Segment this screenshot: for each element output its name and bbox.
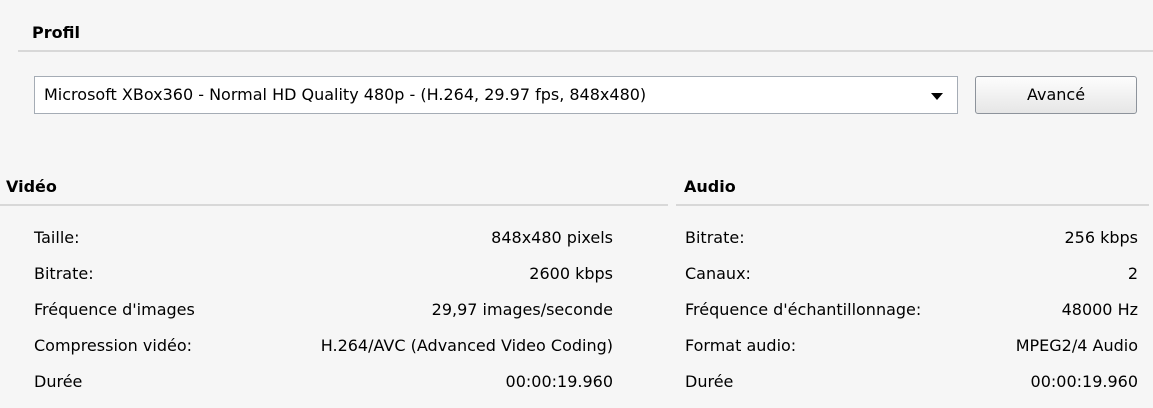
property-value: 00:00:19.960 <box>505 372 613 391</box>
profile-section-title: Profil <box>18 18 1153 52</box>
property-label: Taille: <box>34 228 80 247</box>
property-value: 29,97 images/seconde <box>431 300 613 319</box>
video-property-row: Bitrate: 2600 kbps <box>34 259 613 295</box>
audio-property-row: Canaux: 2 <box>685 259 1138 295</box>
video-section-title: Vidéo <box>0 172 668 206</box>
property-label: Durée <box>34 372 83 391</box>
audio-property-row: Durée 00:00:19.960 <box>685 367 1138 403</box>
property-label: Compression vidéo: <box>34 336 192 355</box>
property-value: 00:00:19.960 <box>1030 372 1138 391</box>
property-value: 48000 Hz <box>1061 300 1138 319</box>
audio-property-row: Fréquence d'échantillonnage: 48000 Hz <box>685 295 1138 331</box>
export-settings-panel: Profil Microsoft XBox360 - Normal HD Qua… <box>0 0 1153 408</box>
audio-property-row: Bitrate: 256 kbps <box>685 223 1138 259</box>
property-label: Fréquence d'images <box>34 300 195 319</box>
audio-properties: Bitrate: 256 kbps Canaux: 2 Fréquence d'… <box>685 223 1138 403</box>
chevron-down-icon[interactable] <box>931 93 943 100</box>
video-properties: Taille: 848x480 pixels Bitrate: 2600 kbp… <box>34 223 613 403</box>
video-property-row: Fréquence d'images 29,97 images/seconde <box>34 295 613 331</box>
property-value: 848x480 pixels <box>491 228 613 247</box>
property-value: MPEG2/4 Audio <box>1015 336 1138 355</box>
property-label: Bitrate: <box>34 264 94 283</box>
property-label: Bitrate: <box>685 228 745 247</box>
property-label: Durée <box>685 372 734 391</box>
video-property-row: Taille: 848x480 pixels <box>34 223 613 259</box>
video-property-row: Durée 00:00:19.960 <box>34 367 613 403</box>
property-value: 2 <box>1127 264 1138 283</box>
property-label: Canaux: <box>685 264 751 283</box>
property-value: 256 kbps <box>1064 228 1138 247</box>
profile-dropdown[interactable]: Microsoft XBox360 - Normal HD Quality 48… <box>34 76 958 114</box>
property-label: Fréquence d'échantillonnage: <box>685 300 922 319</box>
profile-dropdown-value: Microsoft XBox360 - Normal HD Quality 48… <box>44 85 647 104</box>
audio-property-row: Format audio: MPEG2/4 Audio <box>685 331 1138 367</box>
property-value: H.264/AVC (Advanced Video Coding) <box>320 336 613 355</box>
property-value: 2600 kbps <box>529 264 613 283</box>
video-property-row: Compression vidéo: H.264/AVC (Advanced V… <box>34 331 613 367</box>
advanced-button[interactable]: Avancé <box>975 76 1137 114</box>
property-label: Format audio: <box>685 336 797 355</box>
audio-section-title: Audio <box>676 172 1149 206</box>
